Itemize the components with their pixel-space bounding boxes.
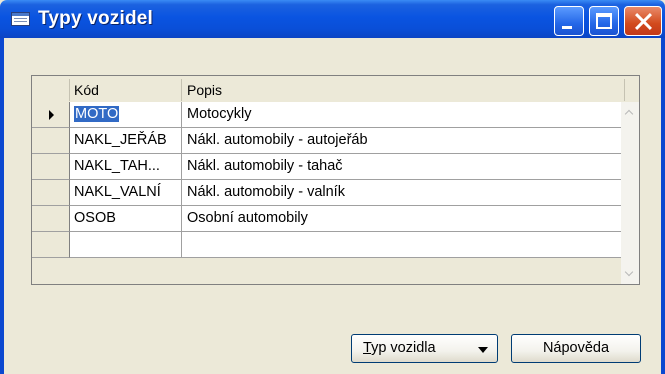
type-button-label: yp vozidla — [371, 340, 436, 356]
current-row-arrow-icon — [49, 110, 54, 120]
cell-popis[interactable]: Nákl. automobily - valník — [182, 180, 621, 206]
scroll-down-icon[interactable] — [621, 266, 639, 284]
cell-kod[interactable]: NAKL_VALNÍ — [70, 180, 182, 206]
table-window-icon[interactable] — [11, 12, 30, 26]
column-header-filler — [625, 79, 639, 101]
vehicle-type-menu-button[interactable]: Typ vozidla — [351, 334, 498, 363]
row-selector[interactable] — [32, 180, 70, 206]
row-selector-header[interactable] — [32, 79, 70, 101]
cell-kod[interactable]: NAKL_TAH... — [70, 154, 182, 180]
type-button-mnemonic: T — [363, 340, 372, 356]
row-selector[interactable] — [32, 102, 70, 128]
cell-popis[interactable]: Nákl. automobily - autojeřáb — [182, 128, 621, 154]
cell-kod[interactable] — [70, 232, 182, 258]
table-row[interactable]: OSOB Osobní automobily — [32, 206, 621, 232]
dropdown-arrow-icon — [478, 347, 488, 353]
help-button[interactable]: Nápověda — [511, 334, 641, 363]
close-button[interactable] — [624, 6, 662, 36]
table-row[interactable]: NAKL_JEŘÁB Nákl. automobily - autojeřáb — [32, 128, 621, 154]
cell-kod[interactable]: OSOB — [70, 206, 182, 232]
window-frame-right — [661, 38, 665, 374]
cell-kod[interactable]: NAKL_JEŘÁB — [70, 128, 182, 154]
column-header-popis[interactable]: Popis — [182, 79, 625, 101]
table-row[interactable]: MOTO Motocykly — [32, 102, 621, 128]
grid-header: Kód Popis — [32, 79, 639, 101]
row-selector[interactable] — [32, 232, 70, 258]
row-selector[interactable] — [32, 154, 70, 180]
cell-popis[interactable]: Nákl. automobily - tahač — [182, 154, 621, 180]
cell-popis[interactable]: Motocykly — [182, 102, 621, 128]
cell-popis[interactable] — [182, 232, 621, 258]
title-bar[interactable]: Typy vozidel — [0, 0, 665, 38]
window-frame-left — [0, 38, 4, 374]
minimize-button[interactable] — [554, 6, 584, 36]
table-row-new[interactable] — [32, 232, 621, 258]
row-selector[interactable] — [32, 206, 70, 232]
table-row[interactable]: NAKL_VALNÍ Nákl. automobily - valník — [32, 180, 621, 206]
vehicle-types-grid[interactable]: Kód Popis MOTO Motocykly NAKL_JEŘÁB Nákl… — [31, 75, 640, 285]
cell-popis[interactable]: Osobní automobily — [182, 206, 621, 232]
scroll-up-icon[interactable] — [621, 104, 639, 122]
vertical-scrollbar[interactable] — [621, 102, 639, 284]
column-header-kod[interactable]: Kód — [70, 79, 182, 101]
cell-kod[interactable]: MOTO — [70, 102, 182, 128]
maximize-button[interactable] — [589, 6, 619, 36]
window-title: Typy vozidel — [38, 8, 154, 29]
selected-cell-text: MOTO — [74, 106, 120, 122]
table-row[interactable]: NAKL_TAH... Nákl. automobily - tahač — [32, 154, 621, 180]
window: Typy vozidel Kód Popis MOTO Motocykly NA… — [0, 0, 665, 374]
row-selector[interactable] — [32, 128, 70, 154]
